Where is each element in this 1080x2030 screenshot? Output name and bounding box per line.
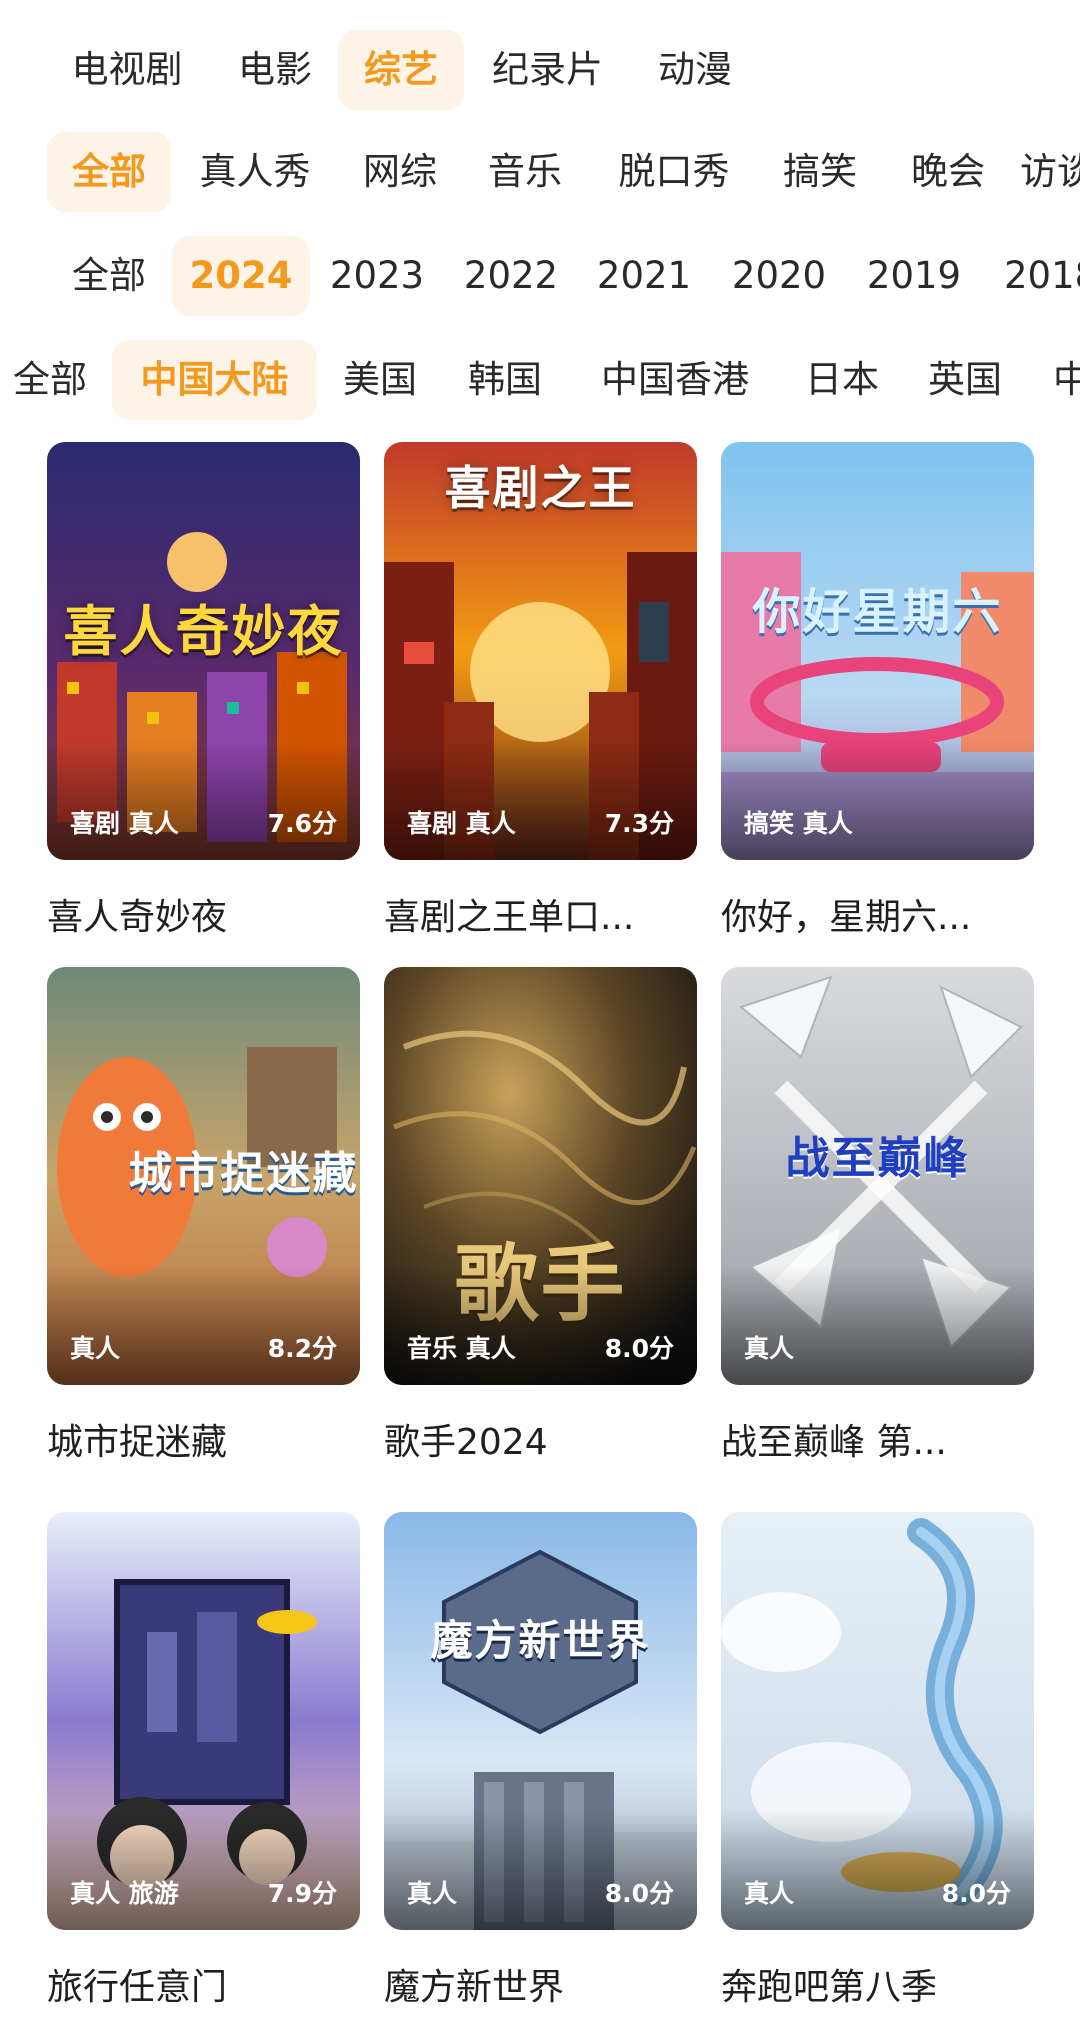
- show-title[interactable]: 喜剧之王单口...: [384, 888, 697, 940]
- poster-title-text: 你好星期六: [752, 584, 1003, 640]
- poster-shade: [384, 740, 697, 860]
- show-card[interactable]: 真人 旅游 7.9分 旅行任意门: [47, 1512, 360, 2010]
- region-filter-usa[interactable]: 美国: [325, 340, 435, 420]
- show-title[interactable]: 战至巅峰 第...: [721, 1413, 1034, 1465]
- show-title[interactable]: 奔跑吧第八季: [721, 1958, 1034, 2010]
- show-card[interactable]: 你好星期六 搞笑 真人 你好，星期六...: [721, 442, 1034, 940]
- show-score: 8.0分: [604, 1879, 674, 1908]
- show-card[interactable]: 真人 8.0分 奔跑吧第八季: [721, 1512, 1034, 2010]
- poster-title-text: 喜剧之王: [444, 461, 637, 515]
- poster-shade: [721, 1810, 1034, 1930]
- type-filter-comedy[interactable]: 搞笑: [765, 132, 875, 212]
- region-filter-all[interactable]: 全部: [0, 340, 100, 420]
- show-poster[interactable]: 真人 旅游 7.9分: [47, 1512, 360, 1930]
- year-filter-2020[interactable]: 2020: [720, 236, 838, 316]
- show-poster[interactable]: 城市捉迷藏 真人 8.2分: [47, 967, 360, 1385]
- show-tags: 搞笑 真人: [744, 809, 853, 838]
- show-score: 8.2分: [267, 1334, 337, 1363]
- type-filter-row: 全部 真人秀 网综 音乐 脱口秀 搞笑 晚会 访谈: [0, 132, 1080, 212]
- poster-title-text: 喜人奇妙夜: [63, 600, 344, 663]
- year-filter-2018[interactable]: 2018: [1004, 236, 1080, 316]
- poster-shade: [384, 1810, 697, 1930]
- show-score: 7.3分: [604, 809, 674, 838]
- show-poster[interactable]: 战至巅峰 真人: [721, 967, 1034, 1385]
- show-title[interactable]: 旅行任意门: [47, 1958, 360, 2010]
- year-filter-2019[interactable]: 2019: [855, 236, 973, 316]
- type-filter-all[interactable]: 全部: [47, 132, 171, 212]
- show-title[interactable]: 魔方新世界: [384, 1958, 697, 2010]
- type-filter-gala[interactable]: 晚会: [893, 132, 1003, 212]
- tab-variety[interactable]: 综艺: [338, 30, 464, 110]
- region-filter-taiwan[interactable]: 中国台湾: [1053, 340, 1080, 420]
- region-filter-korea[interactable]: 韩国: [450, 340, 560, 420]
- category-filter-row: 电视剧 电影 综艺 纪录片 动漫: [0, 30, 1080, 110]
- type-filter-music[interactable]: 音乐: [470, 132, 580, 212]
- show-tags: 真人: [744, 1879, 795, 1908]
- show-score: 8.0分: [604, 1334, 674, 1363]
- show-tags: 真人 旅游: [70, 1879, 179, 1908]
- show-score: 7.9分: [267, 1879, 337, 1908]
- region-filter-hong-kong[interactable]: 中国香港: [585, 340, 765, 420]
- type-filter-reality[interactable]: 真人秀: [180, 132, 330, 212]
- region-filter-row: 全部 中国大陆 美国 韩国 中国香港 日本 英国 中国台湾: [0, 340, 1080, 420]
- show-title[interactable]: 城市捉迷藏: [47, 1413, 360, 1465]
- year-filter-2021[interactable]: 2021: [585, 236, 703, 316]
- poster-shade: [47, 1265, 360, 1385]
- show-score: 8.0分: [941, 1879, 1011, 1908]
- show-tags: 音乐 真人: [407, 1334, 516, 1363]
- poster-shade: [721, 740, 1034, 860]
- show-title[interactable]: 歌手2024: [384, 1413, 697, 1465]
- year-filter-2022[interactable]: 2022: [452, 236, 570, 316]
- region-filter-japan[interactable]: 日本: [787, 340, 897, 420]
- show-tags: 喜剧 真人: [70, 809, 179, 838]
- poster-title-text: 城市捉迷藏: [128, 1148, 359, 1199]
- show-card[interactable]: 城市捉迷藏 真人 8.2分 城市捉迷藏: [47, 967, 360, 1465]
- show-poster[interactable]: 魔方新世界 真人 8.0分: [384, 1512, 697, 1930]
- tab-tv-series[interactable]: 电视剧: [47, 30, 207, 110]
- show-tags: 喜剧 真人: [407, 809, 516, 838]
- show-title[interactable]: 你好，星期六...: [721, 888, 1034, 940]
- type-filter-interview[interactable]: 访谈: [1020, 132, 1080, 212]
- year-filter-all[interactable]: 全部: [47, 236, 171, 316]
- year-filter-2023[interactable]: 2023: [318, 236, 436, 316]
- show-poster[interactable]: 喜人奇妙夜 喜剧 真人 7.6分: [47, 442, 360, 860]
- show-tags: 真人: [70, 1334, 121, 1363]
- poster-shade: [47, 1810, 360, 1930]
- show-poster[interactable]: 喜剧之王 喜剧 真人 7.3分: [384, 442, 697, 860]
- show-tags: 真人: [407, 1879, 458, 1908]
- show-score: 7.6分: [267, 809, 337, 838]
- show-poster[interactable]: 歌手 音乐 真人 8.0分: [384, 967, 697, 1385]
- show-card[interactable]: 喜剧之王 喜剧 真人 7.3分 喜剧之王单口...: [384, 442, 697, 940]
- show-card[interactable]: 歌手 音乐 真人 8.0分 歌手2024: [384, 967, 697, 1465]
- poster-shade: [384, 1265, 697, 1385]
- poster-shade: [721, 1265, 1034, 1385]
- region-filter-uk[interactable]: 英国: [910, 340, 1020, 420]
- poster-title-text: 魔方新世界: [430, 1616, 651, 1665]
- show-card[interactable]: 战至巅峰 真人 战至巅峰 第...: [721, 967, 1034, 1465]
- type-filter-talk-show[interactable]: 脱口秀: [600, 132, 748, 212]
- tab-documentary[interactable]: 纪录片: [470, 30, 625, 110]
- show-card[interactable]: 喜人奇妙夜 喜剧 真人 7.6分 喜人奇妙夜: [47, 442, 360, 940]
- tab-movies[interactable]: 电影: [215, 30, 335, 110]
- show-title[interactable]: 喜人奇妙夜: [47, 888, 360, 940]
- show-tags: 真人: [744, 1334, 795, 1363]
- show-card[interactable]: 魔方新世界 真人 8.0分 魔方新世界: [384, 1512, 697, 2010]
- show-poster[interactable]: 你好星期六 搞笑 真人: [721, 442, 1034, 860]
- region-filter-mainland-china[interactable]: 中国大陆: [112, 340, 317, 420]
- show-poster[interactable]: 真人 8.0分: [721, 1512, 1034, 1930]
- tab-anime[interactable]: 动漫: [635, 30, 755, 110]
- poster-shade: [47, 740, 360, 860]
- poster-title-text: 战至巅峰: [785, 1133, 970, 1184]
- year-filter-row: 全部 2024 2023 2022 2021 2020 2019 2018: [0, 236, 1080, 316]
- year-filter-2024[interactable]: 2024: [172, 236, 310, 316]
- type-filter-web-variety[interactable]: 网综: [345, 132, 455, 212]
